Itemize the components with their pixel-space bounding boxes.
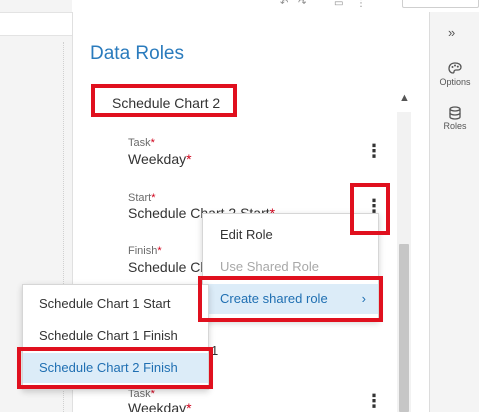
canvas-toolbar: [0, 12, 72, 36]
finish-role-value: Schedule Ch: [128, 259, 209, 275]
sidebar-item-roles[interactable]: Roles: [430, 106, 479, 131]
top-search-box[interactable]: [402, 0, 479, 8]
lower-task-role-menu-icon[interactable]: ⋮: [365, 392, 383, 412]
sidebar-item-label: Options: [439, 77, 471, 87]
right-sidebar: » Options Roles: [429, 12, 479, 412]
role-context-menu: Edit Role Use Shared Role Create shared …: [202, 213, 379, 321]
save-icon[interactable]: ▭: [334, 0, 343, 9]
chart-section-header[interactable]: Schedule Chart 2: [91, 90, 401, 116]
sidebar-item-options[interactable]: Options: [430, 62, 479, 87]
pane-title: Data Roles: [90, 43, 184, 64]
task-role-label: Task*: [128, 137, 155, 149]
top-toolbar-strip: ↶ ↷ ▭ ⋮: [72, 0, 429, 12]
menu-item-create-shared-role[interactable]: Create shared role ›: [203, 284, 378, 314]
undo-icon[interactable]: ↶: [280, 0, 288, 9]
more-icon[interactable]: ⋮: [356, 0, 366, 9]
shared-role-submenu: Schedule Chart 1 Start Schedule Chart 1 …: [22, 284, 209, 390]
sidebar-item-label: Roles: [443, 121, 467, 131]
chevron-right-icon: ›: [361, 291, 366, 306]
redo-icon[interactable]: ↷: [298, 0, 306, 9]
menu-item-use-shared-role: Use Shared Role: [220, 259, 319, 274]
double-chevron-right-icon[interactable]: »: [448, 25, 455, 40]
partial-role-value: 1: [211, 343, 219, 358]
lower-task-role-value: Weekday*: [128, 400, 192, 412]
task-role-menu-icon[interactable]: ⋮: [365, 142, 383, 162]
submenu-item-chart1-start[interactable]: Schedule Chart 1 Start: [23, 289, 208, 319]
database-icon: [449, 106, 461, 120]
chevron-up-icon[interactable]: ▲: [399, 92, 410, 104]
start-role-label: Start*: [128, 192, 156, 204]
submenu-item-chart2-finish[interactable]: Schedule Chart 2 Finish: [23, 353, 208, 383]
pane-scrollbar-thumb[interactable]: [399, 244, 409, 412]
submenu-item-chart1-finish[interactable]: Schedule Chart 1 Finish: [23, 321, 208, 351]
menu-item-edit-role[interactable]: Edit Role: [203, 220, 378, 250]
finish-role-label: Finish*: [128, 245, 162, 257]
menu-item-label: Create shared role: [220, 291, 328, 306]
task-role-value: Weekday*: [128, 151, 192, 167]
paint-palette-icon: [448, 62, 462, 74]
